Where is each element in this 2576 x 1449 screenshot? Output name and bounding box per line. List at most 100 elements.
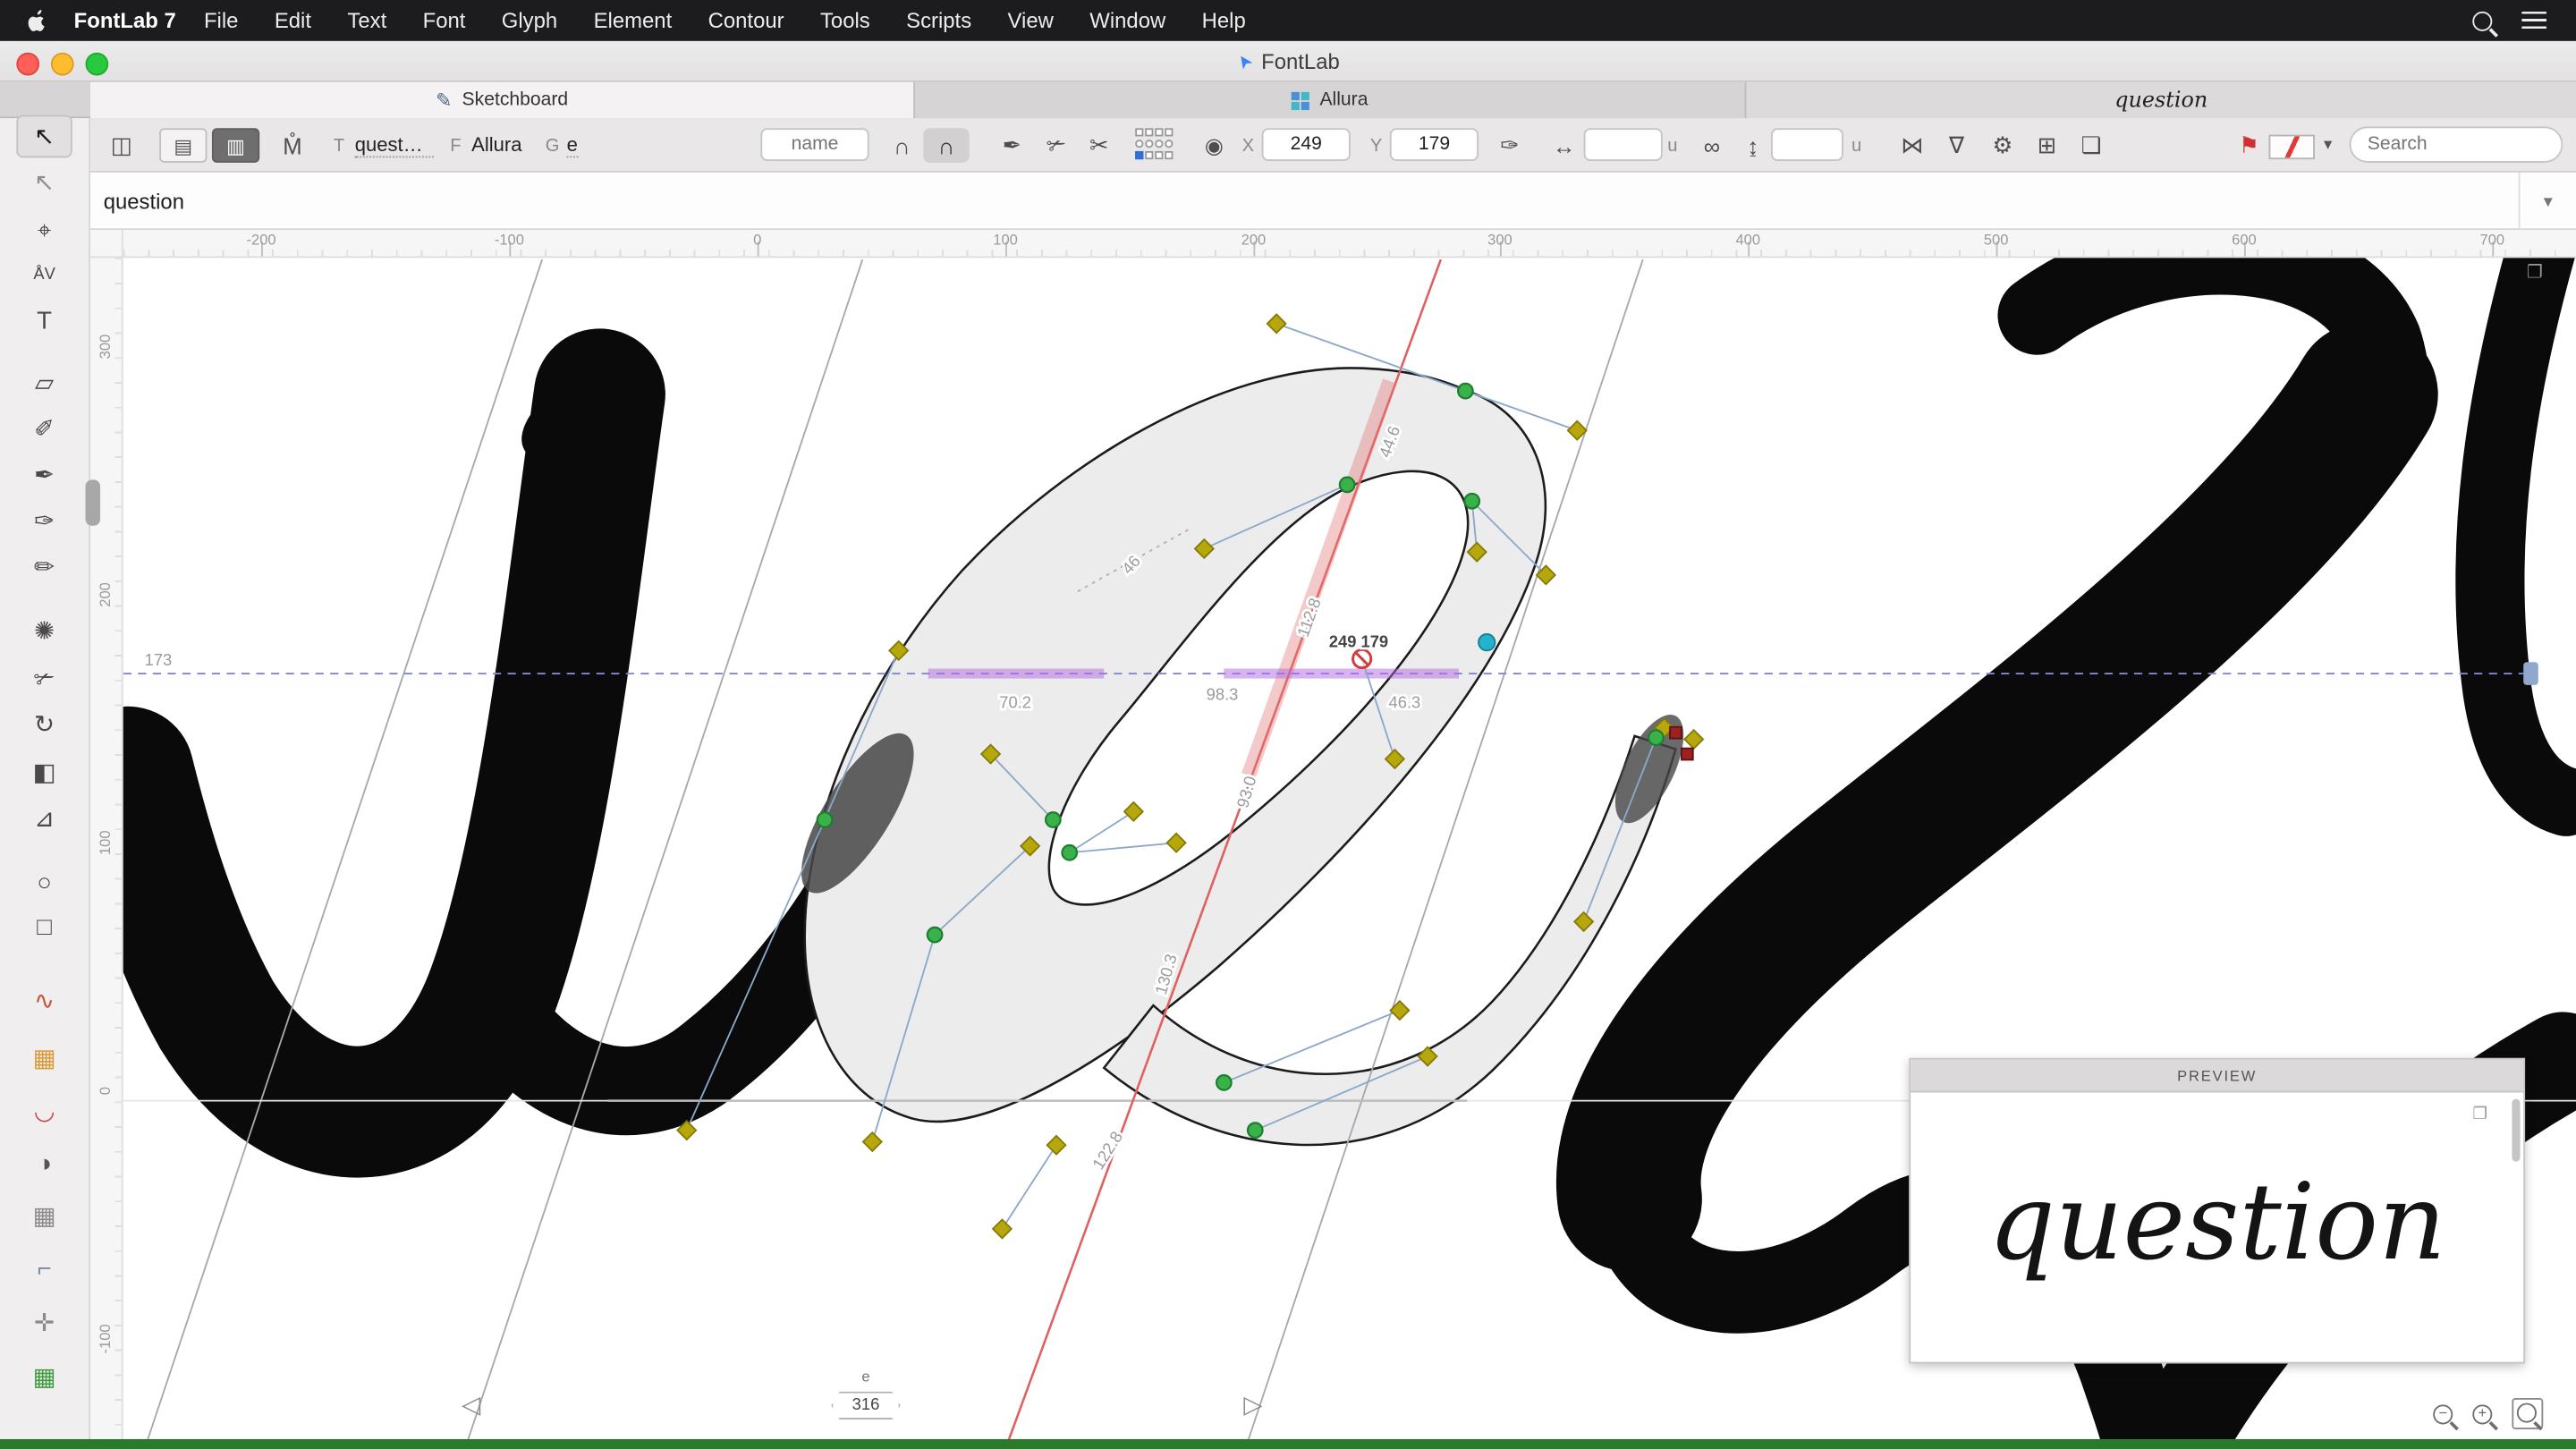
knife-tool[interactable]: ✃ — [16, 657, 72, 700]
menu-text[interactable]: Text — [329, 0, 404, 41]
advance-width-icon[interactable]: ↔ — [1546, 118, 1581, 173]
menu-view[interactable]: View — [989, 0, 1072, 41]
preview-scrollbar-thumb[interactable] — [2512, 1098, 2521, 1162]
color-tool[interactable]: ◑ — [16, 1142, 72, 1185]
panel-grid-icon[interactable]: ⊞ — [2028, 118, 2067, 173]
horizontal-ruler[interactable]: -200 -100 0 100 200 300 400 500 600 700 — [123, 230, 2576, 258]
preview-panel-header[interactable]: PREVIEW — [1911, 1059, 2524, 1093]
grid-tool[interactable]: ▦ — [16, 1194, 72, 1237]
thickness-tool[interactable]: ∿ — [16, 979, 72, 1022]
text-string-field[interactable]: quest… — [354, 133, 434, 158]
vertical-ruler[interactable]: 300 200 100 0 -100 — [90, 258, 123, 1439]
menu-file[interactable]: File — [186, 0, 257, 41]
rectangle-tool[interactable]: □ — [16, 905, 72, 948]
blend-tool[interactable]: ▦ — [16, 1037, 72, 1080]
power-brush-tool[interactable]: ✺ — [16, 609, 72, 652]
x-height-guide-handle[interactable] — [2523, 662, 2538, 685]
x-coordinate-input[interactable] — [1261, 128, 1351, 161]
fill-tool[interactable]: ◧ — [16, 750, 72, 793]
pen-tool[interactable]: ✒ — [16, 453, 72, 496]
menu-edit[interactable]: Edit — [257, 0, 330, 41]
app-menu-title[interactable]: FontLab 7 — [74, 8, 176, 33]
menu-scripts[interactable]: Scripts — [888, 0, 989, 41]
right-sidebearing-handle[interactable]: ▷ — [1243, 1390, 1262, 1419]
corner-tool[interactable]: ⌐ — [16, 1247, 72, 1290]
pencil-tool[interactable]: ✏ — [16, 546, 72, 589]
glyph-name-field[interactable]: e — [566, 133, 578, 158]
mirror-icon[interactable]: ⋈ — [1893, 118, 1932, 173]
copy-layers-icon[interactable]: ❏ — [2072, 118, 2111, 173]
menu-contour[interactable]: Contour — [690, 0, 801, 41]
apple-menu-icon[interactable] — [26, 8, 51, 33]
swatch-dropdown-icon[interactable]: ▾ — [2315, 118, 2341, 173]
tab-allura[interactable]: Allura — [915, 81, 1747, 119]
linked-width-input[interactable] — [1771, 128, 1843, 161]
ellipse-tool[interactable]: ○ — [16, 860, 72, 903]
tunni-tool[interactable]: ◡ — [16, 1089, 72, 1132]
glyph-string-value[interactable]: question — [104, 173, 184, 230]
location-pin-icon[interactable]: ◉ — [1196, 118, 1232, 173]
left-sidebearing-handle[interactable]: ◁ — [462, 1390, 480, 1419]
menu-items: File Edit Text Font Glyph Element Contour Tools… — [186, 0, 1264, 41]
arc-fill-toggle[interactable]: ∩ — [923, 128, 970, 163]
y-coordinate-input[interactable] — [1389, 128, 1479, 161]
table-view-button[interactable]: ▤ — [159, 128, 208, 163]
menu-glyph[interactable]: Glyph — [484, 0, 576, 41]
document-tab-bar: ✎ Sketchboard Allura question — [0, 81, 2576, 119]
spotlight-search-icon[interactable] — [2472, 10, 2493, 30]
menu-tools[interactable]: Tools — [802, 0, 888, 41]
calligraphy-tool[interactable]: ✑ — [16, 499, 72, 542]
kern-tool[interactable]: ÅV — [16, 253, 72, 296]
guide-color-swatch[interactable] — [2268, 134, 2315, 160]
name-input[interactable] — [760, 128, 869, 161]
glyph-view-button[interactable]: ▥ — [211, 128, 260, 163]
contour-tool[interactable]: ↖ — [16, 114, 72, 158]
brush-tool[interactable]: ✐ — [16, 408, 72, 451]
panels-toggle-icon[interactable]: ◫ — [102, 118, 141, 173]
guides-tool[interactable]: ⌖ — [16, 208, 72, 251]
pixel-tool[interactable]: ▦ — [16, 1355, 72, 1398]
menu-window[interactable]: Window — [1072, 0, 1183, 41]
font-field-label: F — [450, 135, 462, 156]
preview-options-icon[interactable]: ❐ — [2472, 1106, 2487, 1123]
tab-bar-extra-area: question — [1746, 81, 2576, 119]
zoom-out-icon[interactable]: − — [2433, 1403, 2453, 1424]
panel-grip-handle[interactable] — [85, 479, 101, 526]
page-corner-icon[interactable]: ❐ — [2527, 261, 2543, 283]
search-input[interactable] — [2349, 126, 2563, 163]
funnel-icon[interactable]: ∇ — [1938, 118, 1974, 173]
transform-tool[interactable]: ✛ — [16, 1301, 72, 1344]
glyph-bar-dropdown[interactable]: ▾ — [2518, 172, 2576, 231]
layer-grid-widget[interactable] — [1135, 128, 1174, 163]
zoom-in-icon[interactable]: + — [2472, 1403, 2493, 1424]
arc-tool-icon[interactable]: ∩ — [884, 118, 919, 173]
menu-font[interactable]: Font — [404, 0, 483, 41]
zoom-fit-icon[interactable] — [2512, 1398, 2544, 1429]
text-tool[interactable]: T — [16, 299, 72, 342]
advance-width-input[interactable] — [1583, 128, 1663, 161]
rotate-tool[interactable]: ↻ — [16, 703, 72, 746]
window-title-bar[interactable]: ➤ FontLab — [0, 40, 2576, 82]
x-label: X — [1241, 135, 1255, 156]
text-height-icon[interactable]: ↨ — [1736, 118, 1769, 173]
master-icon[interactable]: M̊ — [273, 118, 312, 173]
sketchboard-pen-icon: ✎ — [436, 89, 453, 112]
add-node-icon[interactable]: ✒ — [992, 118, 1031, 173]
link-icon[interactable]: ∞ — [1694, 118, 1730, 173]
erase-tool[interactable]: ▱ — [16, 361, 72, 404]
menu-element[interactable]: Element — [575, 0, 690, 41]
ruler-label: 300 — [97, 334, 114, 360]
element-tool[interactable]: ↖ — [16, 161, 72, 204]
pushpin-icon[interactable]: ✑ — [1492, 118, 1528, 173]
flag-icon[interactable]: ⚑ — [2231, 118, 2267, 173]
tab-sketchboard[interactable]: ✎ Sketchboard — [90, 81, 916, 119]
scissors-icon[interactable]: ✂ — [1080, 118, 1119, 173]
y-label: Y — [1369, 135, 1383, 156]
knife-icon[interactable]: ✃ — [1037, 118, 1076, 173]
fontaudit-icon[interactable]: ⚙ — [1983, 118, 2022, 173]
advance-width-badge[interactable]: 316 — [831, 1391, 901, 1419]
menu-help[interactable]: Help — [1183, 0, 1264, 41]
font-name-value[interactable]: Allura — [471, 133, 521, 157]
menu-list-icon[interactable] — [2521, 11, 2546, 30]
measure-tool[interactable]: ⊿ — [16, 797, 72, 840]
